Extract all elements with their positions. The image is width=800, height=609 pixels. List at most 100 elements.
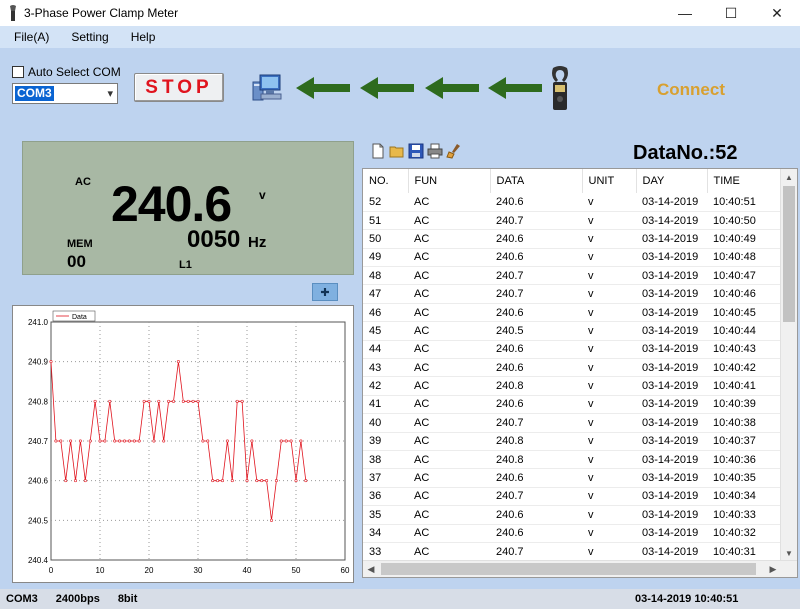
menu-help[interactable]: Help [123,30,164,44]
cell-fun: AC [408,468,490,488]
cell-day: 03-14-2019 [636,340,707,360]
auto-select-checkbox[interactable] [12,66,24,78]
table-row[interactable]: 48 AC 240.7 v 03-14-2019 10:40:47 [363,266,780,286]
x-tick-label: 40 [243,566,252,575]
col-header-fun[interactable]: FUN [408,169,491,193]
lcd-unit: v [259,188,266,202]
cell-no: 35 [363,505,408,525]
vertical-scrollbar[interactable]: ▲ ▼ [780,169,797,561]
menu-setting[interactable]: Setting [63,30,116,44]
clamp-meter-icon [552,66,568,110]
lcd-value: 240.6 [111,176,232,232]
cell-data: 240.6 [490,358,582,378]
table-row[interactable]: 52 AC 240.6 v 03-14-2019 10:40:51 [363,193,780,212]
table-row[interactable]: 41 AC 240.6 v 03-14-2019 10:40:39 [363,395,780,415]
col-header-time[interactable]: TIME [707,169,781,193]
y-tick-label: 240.6 [28,477,49,486]
cell-day: 03-14-2019 [636,432,707,451]
cell-no: 43 [363,358,408,378]
minimize-button[interactable]: — [662,0,708,26]
cell-unit: v [582,413,636,433]
zoom-icon: ✚ [320,286,330,299]
save-icon[interactable] [408,143,424,159]
lcd-mode: AC [75,176,91,188]
cell-data: 240.7 [490,284,582,304]
cell-time: 10:40:50 [707,211,780,231]
zoom-button[interactable]: ✚ [312,283,338,301]
new-file-icon[interactable] [370,143,386,159]
cell-unit: v [582,340,636,360]
cell-time: 10:40:44 [707,321,780,341]
data-point [304,479,308,483]
table-row[interactable]: 49 AC 240.6 v 03-14-2019 10:40:48 [363,248,780,268]
print-icon[interactable] [427,143,443,159]
menu-file[interactable]: File(A) [6,30,57,44]
horizontal-scroll-thumb[interactable] [381,563,756,575]
scroll-up-icon[interactable]: ▲ [781,169,797,185]
cell-unit: v [582,266,636,286]
data-point [103,439,107,443]
cell-data: 240.7 [490,487,582,507]
cell-fun: AC [408,395,490,415]
table-row[interactable]: 50 AC 240.6 v 03-14-2019 10:40:49 [363,229,780,249]
legend-label: Data [72,314,87,321]
cell-data: 240.7 [490,542,582,562]
table-row[interactable]: 44 AC 240.6 v 03-14-2019 10:40:43 [363,340,780,360]
x-tick-label: 0 [49,566,54,575]
col-header-day[interactable]: DAY [636,169,708,193]
maximize-button[interactable]: ☐ [708,0,754,26]
clear-icon[interactable] [446,143,462,159]
col-header-unit[interactable]: UNIT [582,169,637,193]
data-point [73,479,77,483]
data-point [221,479,225,483]
cell-time: 10:40:46 [707,284,780,304]
table-row[interactable]: 47 AC 240.7 v 03-14-2019 10:40:46 [363,284,780,304]
cell-no: 47 [363,284,408,304]
scroll-left-icon[interactable]: ◀ [363,561,379,577]
table-row[interactable]: 45 AC 240.5 v 03-14-2019 10:40:44 [363,321,780,341]
stop-button[interactable]: STOP [134,73,224,102]
horizontal-scrollbar[interactable]: ◀ ▶ [363,560,797,577]
table-row[interactable]: 46 AC 240.6 v 03-14-2019 10:40:45 [363,303,780,323]
auto-select-com[interactable]: Auto Select COM [12,65,121,79]
table-row[interactable]: 40 AC 240.7 v 03-14-2019 10:40:38 [363,413,780,433]
com-port-select[interactable]: COM3 ▾ [12,83,118,104]
col-header-no[interactable]: NO. [363,169,409,193]
cell-data: 240.7 [490,413,582,433]
table-row[interactable]: 43 AC 240.6 v 03-14-2019 10:40:42 [363,358,780,378]
data-point [123,439,127,443]
connect-status[interactable]: Connect [657,80,725,100]
data-point [157,399,161,403]
chevron-down-icon[interactable]: ▾ [107,87,113,100]
table-row[interactable]: 34 AC 240.6 v 03-14-2019 10:40:32 [363,524,780,543]
table-row[interactable]: 33 AC 240.7 v 03-14-2019 10:40:31 [363,542,780,562]
open-folder-icon[interactable] [389,143,405,159]
x-tick-label: 30 [194,566,203,575]
cell-data: 240.6 [490,468,582,488]
cell-fun: AC [408,340,490,360]
cell-no: 50 [363,229,408,249]
table-row[interactable]: 39 AC 240.8 v 03-14-2019 10:40:37 [363,432,780,451]
cell-data: 240.6 [490,229,582,249]
data-point [54,439,58,443]
cell-day: 03-14-2019 [636,229,707,249]
col-header-data[interactable]: DATA [490,169,583,193]
x-tick-label: 60 [341,566,350,575]
table-row[interactable]: 35 AC 240.6 v 03-14-2019 10:40:33 [363,505,780,525]
cell-data: 240.8 [490,376,582,396]
vertical-scroll-thumb[interactable] [783,186,795,322]
table-row[interactable]: 51 AC 240.7 v 03-14-2019 10:40:50 [363,211,780,231]
table-row[interactable]: 36 AC 240.7 v 03-14-2019 10:40:34 [363,487,780,507]
y-tick-label: 240.4 [28,556,49,565]
table-row[interactable]: 42 AC 240.8 v 03-14-2019 10:40:41 [363,376,780,396]
table-row[interactable]: 38 AC 240.8 v 03-14-2019 10:40:36 [363,450,780,470]
table-row[interactable]: 37 AC 240.6 v 03-14-2019 10:40:35 [363,468,780,488]
data-point [289,439,293,443]
cell-day: 03-14-2019 [636,487,707,507]
cell-day: 03-14-2019 [636,321,707,341]
scroll-down-icon[interactable]: ▼ [781,545,797,561]
cell-time: 10:40:45 [707,303,780,323]
close-button[interactable]: ✕ [754,0,800,26]
cell-no: 46 [363,303,408,323]
scroll-right-icon[interactable]: ▶ [765,561,781,577]
